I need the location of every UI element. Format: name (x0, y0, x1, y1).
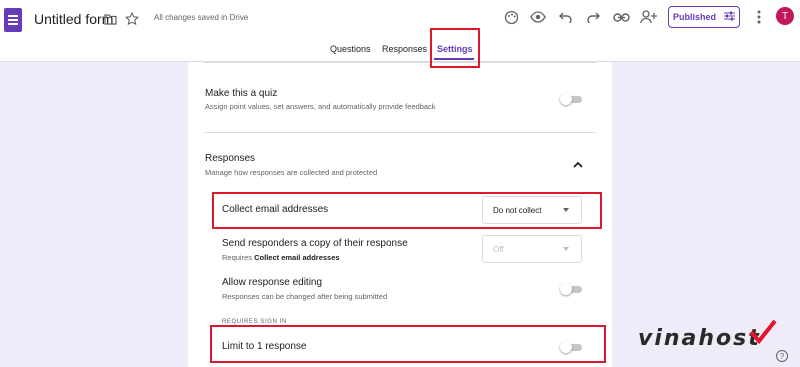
app-header: Untitled form All changes saved in Drive… (0, 0, 800, 62)
publish-label: Published (672, 12, 716, 22)
undo-icon[interactable] (558, 9, 574, 25)
tab-bar: Questions Responses Settings (0, 40, 800, 62)
quiz-title: Make this a quiz (205, 88, 278, 99)
add-person-icon[interactable] (639, 8, 657, 25)
requires-value: Collect email addresses (254, 253, 340, 262)
redo-icon[interactable] (585, 9, 601, 25)
publish-button[interactable]: Published (668, 6, 740, 28)
tab-responses[interactable]: Responses (382, 44, 427, 54)
dropdown-arrow-icon (563, 247, 569, 251)
send-copy-value: Off (493, 244, 504, 254)
forms-logo-icon[interactable] (4, 8, 22, 32)
allow-editing-description: Responses can be changed after being sub… (222, 292, 388, 301)
send-copy-dropdown[interactable]: Off (482, 235, 582, 263)
watermark-logo: vinahost (638, 326, 761, 351)
quiz-description: Assign point values, set answers, and au… (205, 102, 436, 111)
link-icon[interactable] (612, 9, 630, 25)
send-copy-label: Send responders a copy of their response (222, 238, 408, 249)
requires-prefix: Requires (222, 253, 253, 262)
divider (204, 132, 596, 133)
quiz-toggle[interactable] (560, 93, 582, 105)
highlight-collect-email (212, 192, 602, 229)
highlight-settings-tab (430, 28, 480, 68)
tab-questions[interactable]: Questions (330, 44, 371, 54)
preview-eye-icon[interactable] (530, 9, 546, 25)
save-status: All changes saved in Drive (154, 13, 249, 22)
allow-editing-label: Allow response editing (222, 277, 323, 288)
form-title[interactable]: Untitled form (34, 11, 113, 27)
allow-editing-toggle[interactable] (560, 283, 582, 295)
responses-section-title: Responses (205, 153, 256, 164)
tune-icon (724, 11, 735, 23)
star-icon[interactable] (124, 11, 139, 26)
palette-icon[interactable] (503, 9, 519, 25)
responses-section-description: Manage how responses are collected and p… (205, 168, 378, 177)
more-vert-icon[interactable] (753, 8, 765, 26)
send-copy-requirement: Requires Collect email addresses (222, 253, 340, 262)
folder-icon[interactable] (103, 12, 117, 26)
help-icon[interactable]: ? (776, 350, 788, 362)
divider (204, 62, 596, 63)
chevron-up-icon[interactable] (572, 158, 584, 170)
highlight-limit-one (210, 325, 606, 363)
checkmark-icon (748, 318, 778, 353)
avatar[interactable]: T (776, 7, 794, 25)
